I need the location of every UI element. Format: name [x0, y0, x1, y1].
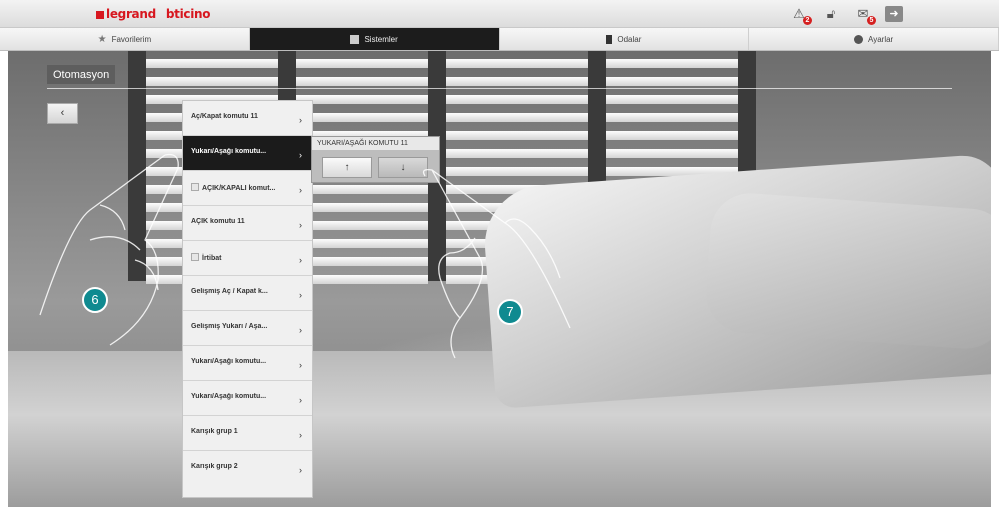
shutter-slat — [146, 59, 278, 68]
chevron-right-icon: › — [299, 395, 302, 405]
device-list: Aç/Kapat komutu 11 › Yukarı/Aşağı komutu.… — [182, 100, 313, 498]
tab-favorilerim[interactable]: ★ Favorilerim — [0, 28, 250, 50]
shutter-slat — [606, 77, 738, 86]
chevron-right-icon: › — [299, 220, 302, 230]
checkbox-icon — [191, 253, 199, 261]
background-photo — [8, 51, 991, 507]
shutter-slat — [606, 131, 738, 140]
list-item[interactable]: AÇIK komutu 11 › — [183, 206, 312, 241]
list-item[interactable]: Yukarı/Aşağı komutu... › — [183, 346, 312, 381]
door-icon — [606, 34, 613, 44]
chevron-right-icon: › — [299, 430, 302, 440]
shutter-slat — [446, 113, 588, 122]
shutter-slat — [446, 77, 588, 86]
chevron-right-icon: › — [299, 185, 302, 195]
tab-odalar[interactable]: Odalar — [500, 28, 750, 50]
shutter-slat — [296, 77, 428, 86]
shutter-slat — [296, 203, 428, 212]
lock-icon[interactable]: 🔓︎ — [821, 5, 841, 23]
shutter-slat — [606, 149, 738, 158]
checkbox-icon — [191, 183, 199, 191]
panel-title: YUKARI/AŞAĞI KOMUTU 11 — [312, 137, 439, 150]
shutter-slat — [296, 239, 428, 248]
chevron-right-icon: › — [299, 290, 302, 300]
top-icons: ⚠ 2 🔓︎ ✉ 5 ➜ — [789, 3, 903, 25]
shutter-slat — [446, 167, 588, 176]
alarm-icon[interactable]: ⚠ 2 — [789, 5, 812, 25]
divider — [47, 88, 952, 89]
shutter-slat — [296, 185, 428, 194]
back-button[interactable]: ‹ — [47, 103, 78, 124]
page-title: Otomasyon — [47, 65, 116, 84]
chevron-right-icon: › — [299, 115, 302, 125]
shutter-control-panel: YUKARI/AŞAĞI KOMUTU 11 ↑ ↓ — [311, 136, 440, 183]
list-item[interactable]: Gelişmiş Yukarı / Aşa... › — [183, 311, 312, 346]
chevron-right-icon: › — [299, 325, 302, 335]
chevron-right-icon: › — [299, 150, 302, 160]
chevron-right-icon: › — [299, 360, 302, 370]
shutter-slat — [296, 59, 428, 68]
top-bar: legrand bticino ⚠ 2 🔓︎ ✉ 5 ➜ — [0, 0, 999, 28]
callout-step-7: 7 — [497, 299, 523, 325]
chevron-right-icon: › — [299, 255, 302, 265]
list-item[interactable]: Karışık grup 1 › — [183, 416, 312, 451]
shutter-slat — [296, 113, 428, 122]
callout-step-6: 6 — [82, 287, 108, 313]
shutter-slat — [446, 95, 588, 104]
list-item[interactable]: Karışık grup 2 › — [183, 451, 312, 486]
message-icon[interactable]: ✉ 5 — [853, 5, 876, 25]
system-icon — [350, 34, 360, 44]
shutter-slat — [446, 149, 588, 158]
list-item[interactable]: Aç/Kapat komutu 11 › — [183, 101, 312, 136]
up-button[interactable]: ↑ — [322, 157, 372, 178]
shutter-slat — [146, 77, 278, 86]
gear-icon — [854, 34, 864, 44]
down-button[interactable]: ↓ — [378, 157, 428, 178]
list-item[interactable]: Gelişmiş Aç / Kapat k... › — [183, 276, 312, 311]
list-item[interactable]: AÇIK/KAPALI komut... › — [183, 171, 312, 206]
shutter-slat — [446, 131, 588, 140]
tab-ayarlar[interactable]: Ayarlar — [749, 28, 999, 50]
list-item[interactable]: İrtibat › — [183, 241, 312, 276]
chevron-right-icon: › — [299, 465, 302, 475]
tab-sistemler[interactable]: Sistemler — [249, 28, 500, 50]
main-nav: ★ Favorilerim Sistemler Odalar Ayarlar — [0, 28, 999, 51]
list-item[interactable]: Yukarı/Aşağı komutu... › — [183, 381, 312, 416]
star-icon: ★ — [97, 33, 107, 45]
list-item-selected[interactable]: Yukarı/Aşağı komutu... › — [183, 136, 312, 171]
shutter-slat — [296, 257, 428, 266]
shutter-slat — [296, 95, 428, 104]
shutter-slat — [446, 59, 588, 68]
brand-logo: legrand bticino — [96, 7, 211, 21]
exit-icon[interactable]: ➜ — [885, 5, 903, 22]
shutter-slat — [606, 59, 738, 68]
shutter-slat — [606, 95, 738, 104]
shutter-slat — [296, 275, 428, 284]
pillow-back — [703, 190, 991, 352]
shutter-slat — [296, 221, 428, 230]
shutter-slat — [606, 113, 738, 122]
